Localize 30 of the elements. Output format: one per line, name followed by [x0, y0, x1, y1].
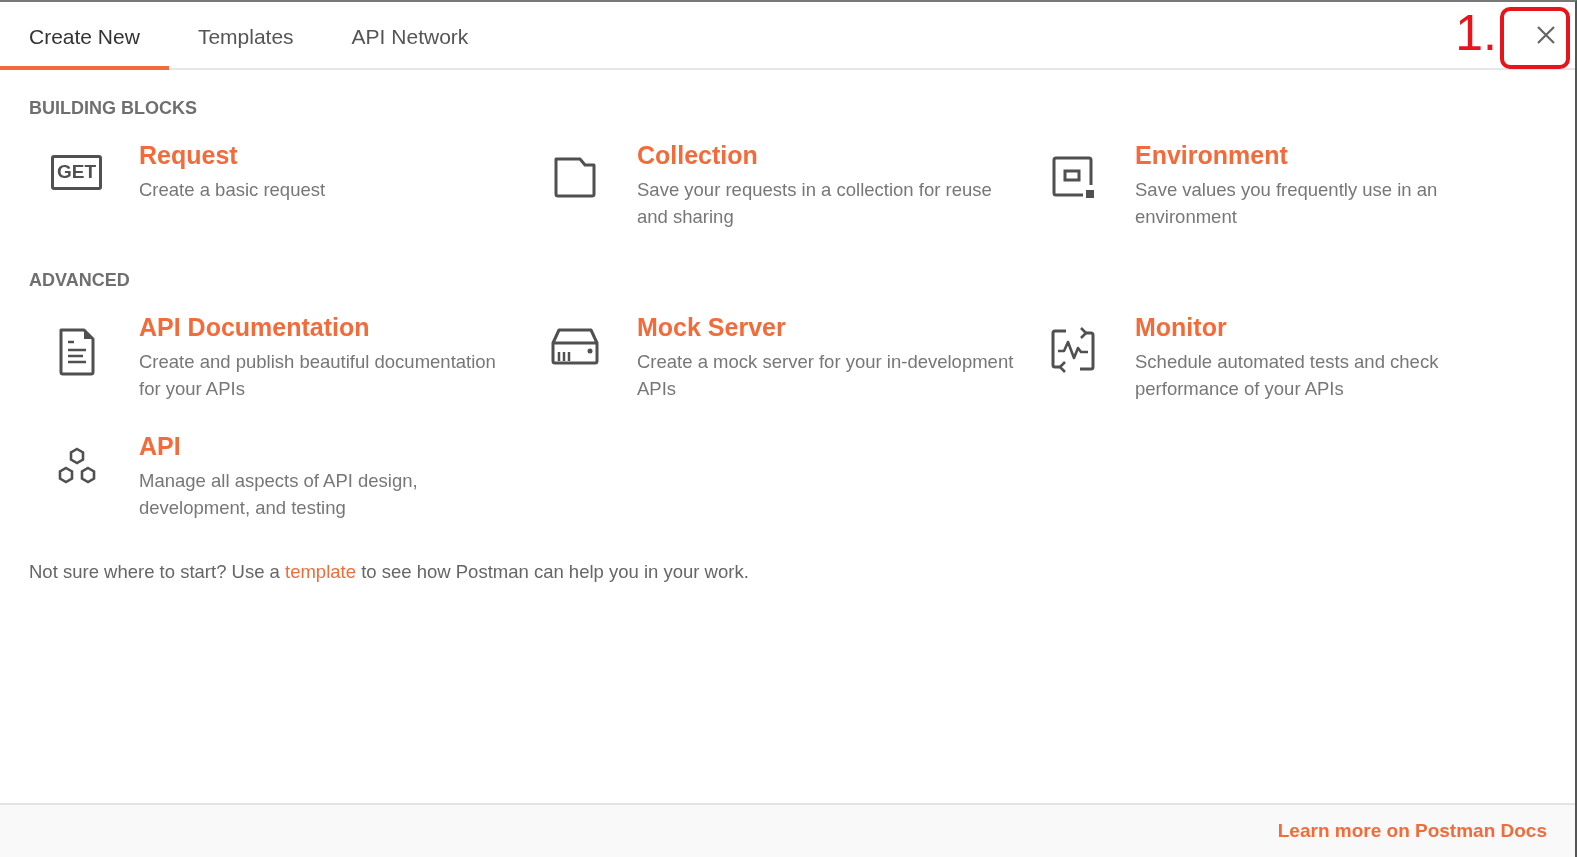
- item-title-link[interactable]: Mock Server: [637, 313, 1015, 342]
- template-link[interactable]: template: [285, 561, 356, 582]
- close-icon[interactable]: [1535, 24, 1557, 46]
- tab[interactable]: API Network: [322, 2, 498, 70]
- item-description: Create and publish beautiful documentation for your APIs: [139, 350, 497, 401]
- item-description: Create a mock server for your in-development APIs: [637, 350, 1015, 401]
- item-title-link[interactable]: API Documentation: [139, 313, 517, 342]
- hint-text: Not sure where to start? Use a template to see how Postman can help you in your work.: [29, 561, 750, 583]
- item-description: Manage all aspects of API design, development, and testing: [139, 469, 419, 520]
- server-icon[interactable]: [549, 327, 600, 365]
- section-heading: ADVANCED: [29, 270, 131, 291]
- item-description: Create a basic request: [139, 178, 327, 202]
- section-heading: BUILDING BLOCKS: [29, 98, 198, 119]
- item-title-link[interactable]: Monitor: [1135, 313, 1513, 342]
- item-description: Save your requests in a collection for reuse and sharing: [637, 178, 993, 229]
- monitor-icon[interactable]: [1049, 327, 1096, 373]
- item-title-link[interactable]: Environment: [1135, 141, 1513, 170]
- environment-icon[interactable]: [1050, 155, 1095, 199]
- docs-link[interactable]: Learn more on Postman Docs: [1277, 820, 1547, 842]
- annotation-highlight: [1500, 7, 1570, 69]
- item-title-link[interactable]: API: [139, 432, 517, 461]
- item-description: Schedule automated tests and check performance of your APIs: [1135, 350, 1440, 401]
- item-title-link[interactable]: Collection: [637, 141, 1015, 170]
- item-description: Save values you frequently use in an environment: [1135, 178, 1439, 229]
- tab[interactable]: Create New: [0, 2, 169, 70]
- get-icon[interactable]: GET: [50, 155, 103, 190]
- tab[interactable]: Templates: [168, 2, 323, 70]
- item-title-link[interactable]: Request: [139, 141, 517, 170]
- folder-icon[interactable]: [552, 155, 597, 199]
- annotation-number: 1.: [1455, 8, 1497, 58]
